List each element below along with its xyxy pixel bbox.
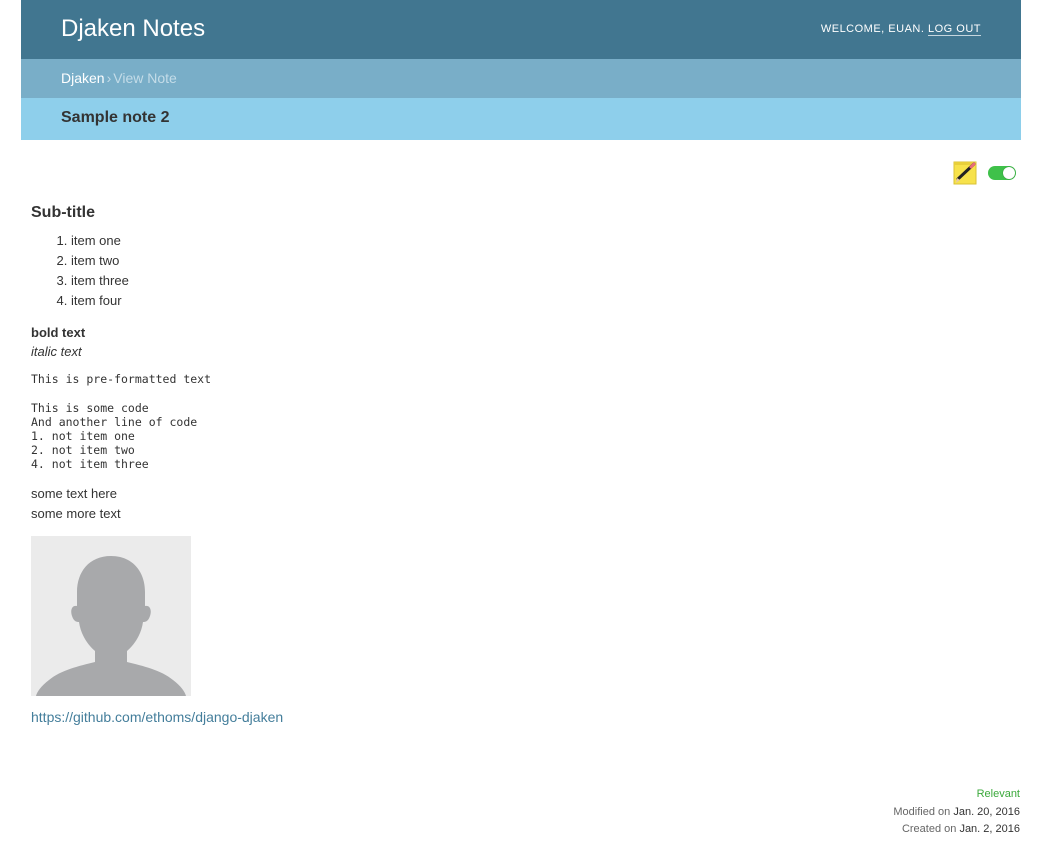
page-title: Sample note 2 xyxy=(61,109,170,126)
github-link[interactable]: https://github.com/ethoms/django-djaken xyxy=(31,709,283,725)
header: Djaken Notes Welcome, Euan. Log out xyxy=(21,0,1021,59)
created-label: Created on xyxy=(901,823,957,835)
visibility-toggle[interactable] xyxy=(988,166,1016,180)
relevant-badge: Relevant xyxy=(976,788,1020,800)
list-item: item one xyxy=(71,231,1011,251)
list-item: item four xyxy=(71,291,1011,311)
preformatted-text: This is pre-formatted text xyxy=(31,372,212,386)
code-block: This is some code And another line of co… xyxy=(31,401,198,471)
bold-text: bold text xyxy=(31,325,86,340)
modified-line: Modified on Jan. 20, 2016 xyxy=(893,804,1020,822)
list-item: item three xyxy=(71,271,1011,291)
created-date: Jan. 2, 2016 xyxy=(959,823,1020,835)
breadcrumb-home-link[interactable]: Djaken xyxy=(61,70,105,86)
list-item: item two xyxy=(71,251,1011,271)
breadcrumb-separator: › xyxy=(106,70,112,86)
note-title-bar: Sample note 2 xyxy=(21,98,1021,140)
toggle-knob xyxy=(1003,167,1015,179)
site-title[interactable]: Djaken Notes xyxy=(61,15,205,43)
logout-link[interactable]: Log out xyxy=(927,23,981,36)
welcome-text: Welcome, Euan. xyxy=(820,23,925,35)
avatar xyxy=(31,536,191,696)
pencil-note-icon[interactable] xyxy=(952,159,980,187)
text-line: some text here xyxy=(31,486,117,501)
modified-date: Jan. 20, 2016 xyxy=(953,805,1020,818)
breadcrumb: Djaken › View Note xyxy=(21,59,1021,98)
note-meta: Relevant Modified on Jan. 20, 2016 Creat… xyxy=(893,786,1020,839)
note-content: Sub-title item one item two item three i… xyxy=(31,204,1011,727)
note-subtitle: Sub-title xyxy=(31,204,95,221)
text-line: some more text xyxy=(31,506,121,521)
created-line: Created on Jan. 2, 2016 xyxy=(893,821,1020,839)
italic-text: italic text xyxy=(31,344,82,359)
user-tools: Welcome, Euan. Log out xyxy=(820,23,981,36)
modified-label: Modified on xyxy=(893,805,951,818)
breadcrumb-current: View Note xyxy=(113,70,177,86)
note-tools xyxy=(952,159,1022,189)
text-block: some text here some more text xyxy=(31,484,1011,524)
item-list: item one item two item three item four xyxy=(31,231,1011,311)
